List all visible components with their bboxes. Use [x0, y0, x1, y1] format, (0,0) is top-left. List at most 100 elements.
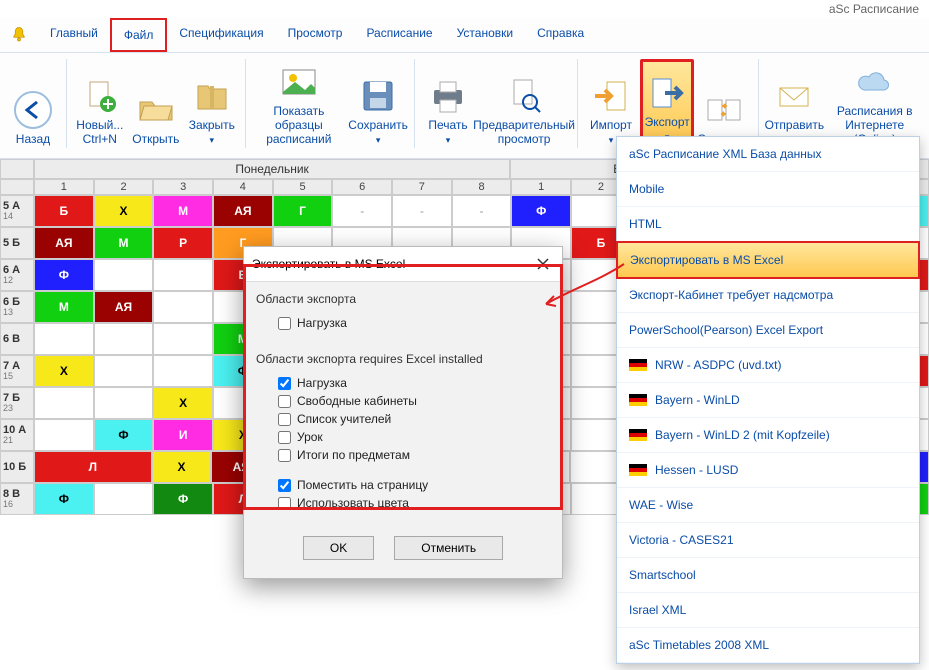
schedule-cell[interactable]: Х: [152, 451, 212, 483]
checkbox[interactable]: [278, 413, 291, 426]
online-button[interactable]: Расписания вИнтернете (Online): [826, 59, 923, 148]
checkbox-row[interactable]: Нагрузка: [256, 314, 550, 332]
schedule-cell[interactable]: [94, 259, 154, 291]
preview-button[interactable]: Предварительныйпросмотр: [477, 59, 571, 148]
export-option[interactable]: Bayern - WinLD 2 (mit Kopfzeile): [617, 418, 919, 453]
export-button[interactable]: Экспорт▾: [640, 59, 694, 148]
schedule-cell[interactable]: [153, 291, 213, 323]
export-option[interactable]: aSc Расписание XML База данных: [617, 137, 919, 172]
schedule-cell[interactable]: М: [153, 195, 213, 227]
export-option-label: HTML: [629, 217, 662, 231]
compare-button[interactable]: Сравнить: [696, 59, 751, 148]
import-button[interactable]: Импорт▾: [584, 59, 638, 148]
send-button[interactable]: Отправить▾: [764, 59, 824, 148]
export-option[interactable]: NRW - ASDPC (uvd.txt): [617, 348, 919, 383]
menu-item-установки[interactable]: Установки: [445, 18, 525, 52]
schedule-cell[interactable]: Ф: [153, 483, 213, 515]
checkbox-label: Свободные кабинеты: [297, 394, 417, 408]
cancel-button[interactable]: Отменить: [394, 536, 503, 560]
menu-item-справка[interactable]: Справка: [525, 18, 596, 52]
schedule-cell[interactable]: -: [452, 195, 512, 227]
checkbox-row[interactable]: Свободные кабинеты: [256, 392, 550, 410]
schedule-cell[interactable]: Ф: [34, 483, 94, 515]
schedule-cell[interactable]: Ф: [34, 259, 94, 291]
export-option-label: Mobile: [629, 182, 664, 196]
back-button[interactable]: Назад: [6, 59, 60, 148]
col-header: 2: [94, 179, 154, 195]
export-option-label: Экспорт-Кабинет требует надсмотра: [629, 288, 833, 302]
schedule-cell[interactable]: [94, 387, 154, 419]
schedule-cell[interactable]: Р: [153, 227, 213, 259]
checkbox-row[interactable]: Итоги по предметам: [256, 446, 550, 464]
menu-item-файл[interactable]: Файл: [110, 18, 168, 52]
schedule-cell[interactable]: [94, 355, 154, 387]
schedule-cell[interactable]: [94, 483, 154, 515]
export-option[interactable]: Mobile: [617, 172, 919, 207]
export-option[interactable]: Hessen - LUSD: [617, 453, 919, 488]
schedule-cell[interactable]: Х: [153, 387, 213, 419]
schedule-cell[interactable]: Х: [34, 355, 94, 387]
schedule-cell[interactable]: Х: [94, 195, 154, 227]
export-option[interactable]: Экспортировать в MS Excel: [616, 241, 920, 279]
checkbox[interactable]: [278, 431, 291, 444]
samples-button[interactable]: Показать образцырасписаний: [252, 59, 346, 148]
schedule-cell[interactable]: [34, 387, 94, 419]
new-button[interactable]: Новый...Ctrl+N: [73, 59, 127, 148]
checkbox-row[interactable]: Нагрузка: [256, 374, 550, 392]
checkbox[interactable]: [278, 395, 291, 408]
export-option[interactable]: aSc Timetables 2008 XML: [617, 628, 919, 663]
schedule-cell[interactable]: АЯ: [34, 227, 94, 259]
checkbox[interactable]: [278, 317, 291, 330]
menu-item-расписание[interactable]: Расписание: [354, 18, 444, 52]
checkbox[interactable]: [278, 479, 291, 492]
menu-item-просмотр[interactable]: Просмотр: [276, 18, 355, 52]
schedule-cell[interactable]: [153, 323, 213, 355]
schedule-cell[interactable]: Л: [34, 451, 152, 483]
export-option-label: aSc Расписание XML База данных: [629, 147, 822, 161]
checkbox[interactable]: [278, 377, 291, 390]
close-button[interactable]: Закрыть▾: [185, 59, 239, 148]
menu-item-главный[interactable]: Главный: [38, 18, 110, 52]
export-option[interactable]: HTML: [617, 207, 919, 242]
export-option[interactable]: PowerSchool(Pearson) Excel Export: [617, 313, 919, 348]
schedule-cell[interactable]: И: [153, 419, 213, 451]
schedule-cell[interactable]: М: [34, 291, 94, 323]
export-option[interactable]: Victoria - CASES21: [617, 523, 919, 558]
schedule-cell[interactable]: [34, 419, 94, 451]
schedule-cell[interactable]: -: [392, 195, 452, 227]
checkbox-row[interactable]: Поместить на страницу: [256, 476, 550, 494]
export-option-label: Israel XML: [629, 603, 686, 617]
export-option[interactable]: Bayern - WinLD: [617, 383, 919, 418]
group-title: Области экспорта requires Excel installe…: [256, 352, 550, 366]
export-option[interactable]: WAE - Wise: [617, 488, 919, 523]
schedule-cell[interactable]: [153, 355, 213, 387]
ok-button[interactable]: OK: [303, 536, 374, 560]
checkbox[interactable]: [278, 497, 291, 510]
schedule-cell[interactable]: [153, 259, 213, 291]
save-button[interactable]: Сохранить▾: [348, 59, 408, 148]
menubar: ГлавныйФайлСпецификацияПросмотрРасписани…: [0, 18, 929, 53]
schedule-cell[interactable]: АЯ: [94, 291, 154, 323]
schedule-cell[interactable]: Б: [34, 195, 94, 227]
menu-item-спецификация[interactable]: Спецификация: [167, 18, 275, 52]
schedule-cell[interactable]: [94, 323, 154, 355]
open-button[interactable]: Открыть: [129, 59, 183, 148]
checkbox-row[interactable]: Использовать цвета: [256, 494, 550, 512]
export-option[interactable]: Israel XML: [617, 593, 919, 628]
schedule-cell[interactable]: М: [94, 227, 154, 259]
checkbox[interactable]: [278, 449, 291, 462]
schedule-cell[interactable]: Ф: [94, 419, 154, 451]
export-option[interactable]: Smartschool: [617, 558, 919, 593]
print-button[interactable]: Печать▾: [421, 59, 475, 148]
export-option[interactable]: Экспорт-Кабинет требует надсмотра: [617, 278, 919, 313]
close-button[interactable]: [532, 253, 554, 275]
germany-flag-icon: [629, 359, 647, 371]
schedule-cell[interactable]: Ф: [511, 195, 571, 227]
row-label: 10 А21: [0, 419, 34, 451]
schedule-cell[interactable]: [34, 323, 94, 355]
schedule-cell[interactable]: АЯ: [213, 195, 273, 227]
checkbox-row[interactable]: Урок: [256, 428, 550, 446]
schedule-cell[interactable]: -: [332, 195, 392, 227]
schedule-cell[interactable]: Г: [273, 195, 333, 227]
checkbox-row[interactable]: Список учителей: [256, 410, 550, 428]
